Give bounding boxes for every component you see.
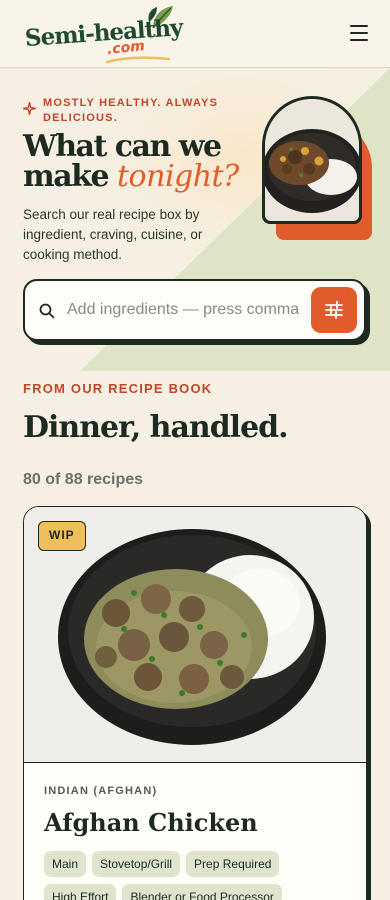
hero-section: MOSTLY HEALTHY. ALWAYS DELICIOUS. What c… (0, 68, 390, 371)
recipe-tag[interactable]: Prep Required (186, 851, 280, 877)
recipe-title[interactable]: Afghan Chicken (44, 808, 258, 837)
recipe-tags: Main Stovetop/Grill Prep Required High E… (44, 851, 344, 900)
filter-button[interactable] (311, 287, 357, 333)
logo-wordmark: Semi-healthy (24, 14, 184, 52)
recipe-tag[interactable]: Main (44, 851, 87, 877)
hero-description: Search our real recipe box by ingredient… (23, 207, 203, 262)
search-icon (39, 303, 55, 319)
sliders-filter-icon (325, 301, 343, 319)
recipes-section-title: Dinner, handled. (23, 410, 289, 445)
hero-title-accent: tonight? (117, 159, 239, 194)
site-header: Semi-healthy .com (0, 0, 390, 68)
logo-underline (105, 56, 171, 64)
ingredient-search-input[interactable] (67, 295, 299, 325)
recipe-image[interactable]: WIP (24, 507, 366, 763)
hero-title: What can we make tonight? (23, 132, 263, 192)
hamburger-menu-icon[interactable] (350, 25, 368, 41)
hero-food-image (262, 96, 382, 246)
wip-badge: WIP (38, 521, 86, 551)
recipes-section-label: FROM OUR RECIPE BOOK (23, 381, 213, 396)
sparkle-icon (23, 102, 36, 115)
recipe-tag[interactable]: High Effort (44, 884, 117, 900)
hero-eyebrow-text: MOSTLY HEALTHY. ALWAYS DELICIOUS. (43, 97, 219, 124)
recipe-tag[interactable]: Stovetop/Grill (92, 851, 181, 877)
site-logo[interactable]: Semi-healthy .com (24, 4, 183, 64)
logo-domain: .com (106, 38, 146, 58)
recipe-cuisine: INDIAN (AFGHAN) (44, 785, 158, 797)
recipe-count: 80 of 88 recipes (23, 471, 144, 488)
recipe-tag[interactable]: Blender or Food Processor (122, 884, 282, 900)
ingredient-search-box (23, 279, 366, 341)
curry-bowl-image (265, 99, 359, 221)
recipe-card[interactable]: WIP INDIAN (AFGHAN) Afghan Chicken Main … (23, 506, 367, 900)
hero-title-line2: make (23, 159, 117, 194)
hero-image-frame (262, 96, 362, 224)
